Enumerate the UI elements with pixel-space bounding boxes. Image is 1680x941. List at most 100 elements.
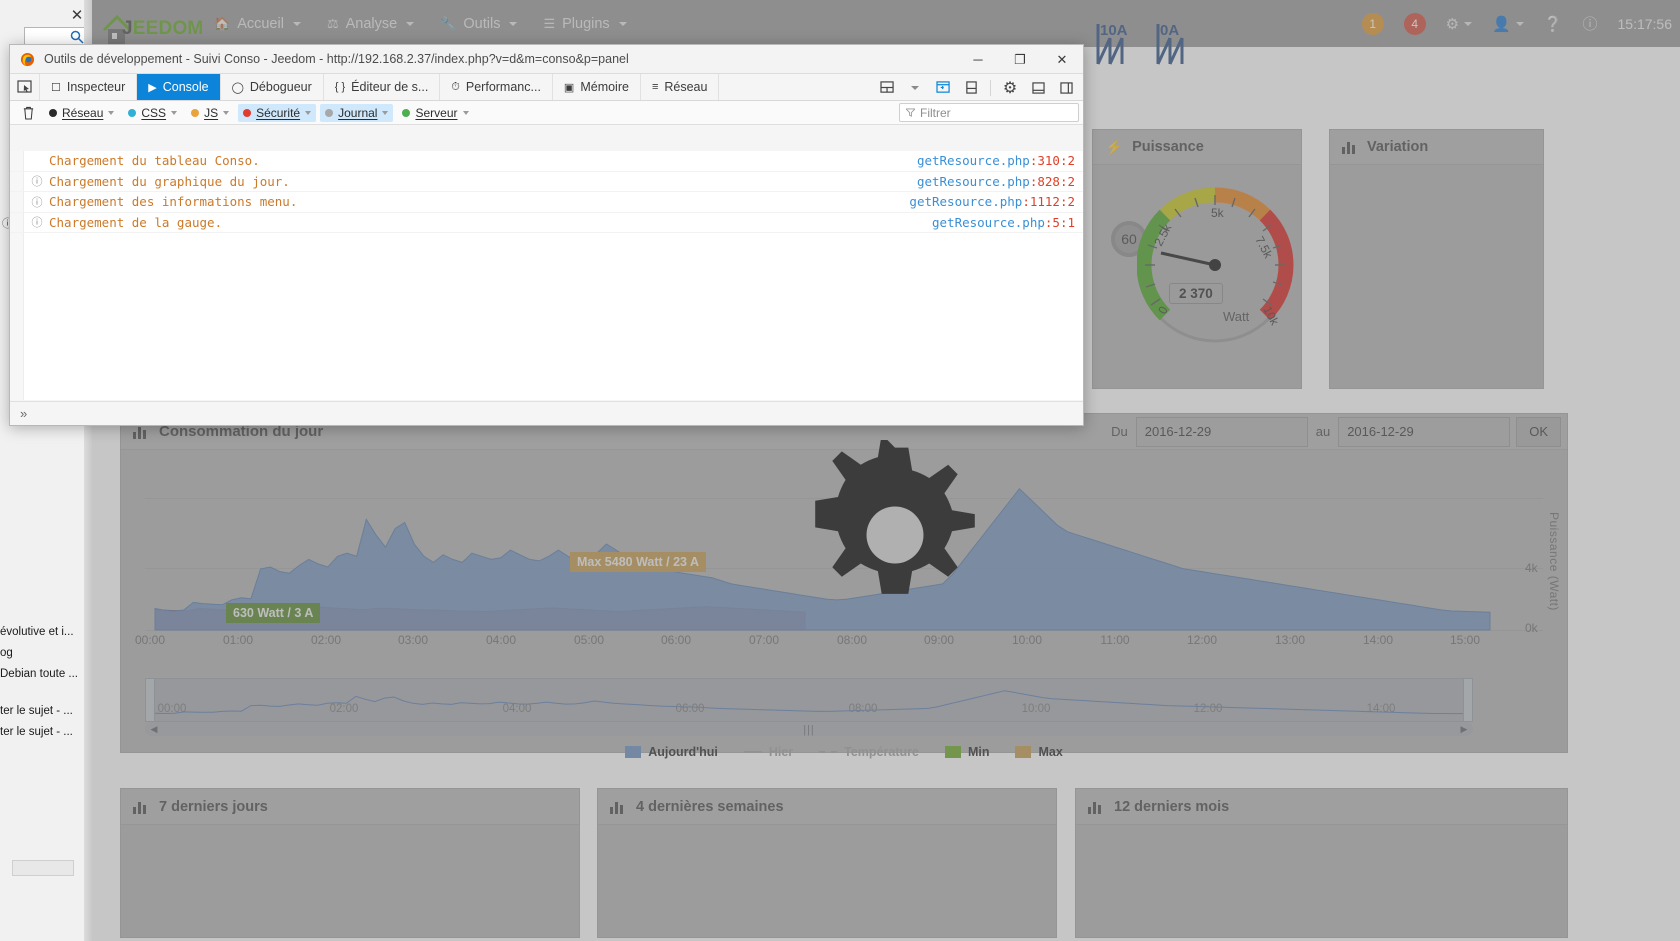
scrollbar-grip[interactable]: ||| <box>803 724 815 736</box>
chart-scrollbar[interactable]: ◀ ||| ▶ <box>145 722 1473 736</box>
tab-label: Éditeur de s... <box>351 80 429 94</box>
jeedom-nav-items: 🏠 Accueil ⚖ Analyse 🔧 Outils ☰ Plugins <box>214 16 627 32</box>
chevron-down-icon[interactable] <box>305 110 312 115</box>
nav-item-accueil[interactable]: 🏠 Accueil <box>214 16 301 32</box>
filter-input[interactable]: Filtrer <box>899 103 1079 122</box>
list-item[interactable]: ter le sujet - ... <box>0 701 80 722</box>
user-icon[interactable]: 👤 <box>1492 15 1524 33</box>
source-line: :1112:2 <box>1022 194 1075 210</box>
info-icon[interactable]: ⓘ <box>1582 13 1597 34</box>
source-link[interactable]: getResource.php:1112:2 <box>909 194 1075 209</box>
gear-icon[interactable]: ⚙ <box>1446 15 1473 33</box>
date-from-input[interactable]: 2016-12-29 <box>1135 416 1308 447</box>
card-7-derniers-jours: 7 derniers jours <box>120 788 580 938</box>
x-tick: 12:00 <box>1193 703 1223 715</box>
source-link[interactable]: getResource.php:310:2 <box>917 153 1075 168</box>
console-message[interactable]: ⓘ Chargement des informations menu. getR… <box>10 192 1083 213</box>
list-item[interactable]: évolutive et i... <box>0 622 80 643</box>
date-to-input[interactable]: 2016-12-29 <box>1338 416 1511 447</box>
x-tick: 11:00 <box>1100 633 1130 647</box>
filter-chip-serveur[interactable]: Serveur <box>397 104 473 122</box>
devtools-titlebar[interactable]: Outils de développement - Suivi Conso - … <box>10 45 1083 74</box>
tab-label: Débogueur <box>249 80 312 94</box>
scroll-left-icon[interactable]: ◀ <box>148 723 160 735</box>
nav-item-outils[interactable]: 🔧 Outils <box>440 16 518 32</box>
x-tick: 10:00 <box>1011 633 1043 647</box>
ok-button[interactable]: OK <box>1516 416 1561 447</box>
filter-chip-reseau[interactable]: Réseau <box>44 104 119 122</box>
tab-debogueur[interactable]: ◯ Débogueur <box>221 74 324 100</box>
console-message[interactable]: ⓘ Chargement de la gauge. getResource.ph… <box>10 213 1083 233</box>
chevron-down-icon[interactable] <box>462 110 469 115</box>
tab-performance[interactable]: ⏱ Performanc... <box>440 74 553 100</box>
console-message[interactable]: Chargement du tableau Conso. getResource… <box>10 151 1083 172</box>
trash-icon[interactable] <box>16 106 40 120</box>
legend-item-max[interactable]: Max <box>1015 745 1063 759</box>
info-icon: ⓘ <box>31 196 43 209</box>
chevron-down-icon[interactable] <box>223 110 230 115</box>
console-output[interactable]: Chargement du tableau Conso. getResource… <box>10 151 1083 400</box>
source-link[interactable]: getResource.php:5:1 <box>932 215 1075 230</box>
legend-item-aujourdhui[interactable]: Aujourd'hui <box>625 745 718 759</box>
element-picker-icon[interactable] <box>10 74 40 100</box>
debugger-icon: ◯ <box>231 81 244 94</box>
settings-gear-icon[interactable]: ⚙ <box>997 75 1023 101</box>
legend-item-temperature[interactable]: Température <box>819 745 919 759</box>
chevron-down-icon[interactable] <box>382 110 389 115</box>
dock-side-icon[interactable] <box>1053 75 1079 101</box>
filter-chip-journal[interactable]: Journal <box>320 103 394 122</box>
legend-item-hier[interactable]: Hier <box>743 745 793 759</box>
card-title: 7 derniers jours <box>159 798 268 815</box>
logo-word-2: EEDOM <box>132 17 204 39</box>
chevron-down-icon[interactable] <box>108 110 115 115</box>
nav-item-plugins[interactable]: ☰ Plugins <box>543 16 627 32</box>
legend-item-min[interactable]: Min <box>944 745 989 759</box>
panel-consommation-du-jour: Consommation du jour Du 2016-12-29 au 20… <box>120 413 1568 759</box>
status-badge-error[interactable]: 4 <box>1403 12 1426 35</box>
tab-console[interactable]: ▶ Console <box>137 74 221 100</box>
list-gap <box>0 685 80 701</box>
minimize-button[interactable]: ─ <box>957 45 999 74</box>
console-message[interactable]: ⓘ Chargement du graphique du jour. getRe… <box>10 172 1083 192</box>
scroll-right-icon[interactable]: ▶ <box>1458 723 1470 735</box>
chart-icon <box>1088 800 1104 814</box>
search-icon[interactable] <box>70 30 84 44</box>
close-button[interactable]: ✕ <box>1041 45 1083 74</box>
responsive-design-icon[interactable] <box>930 75 956 101</box>
tab-inspecteur[interactable]: ☐ Inspecteur <box>40 74 138 100</box>
nav-item-analyse[interactable]: ⚖ Analyse <box>327 16 415 32</box>
chart-series <box>154 487 1491 631</box>
source-link[interactable]: getResource.php:828:2 <box>917 174 1075 189</box>
tab-editeur-de-style[interactable]: { } Éditeur de s... <box>324 74 441 100</box>
filter-chip-securite[interactable]: Sécurité <box>238 103 317 122</box>
status-badge-warning[interactable]: 1 <box>1361 12 1384 35</box>
x-tick: 00:00 <box>157 703 187 715</box>
network-icon: ≡ <box>651 81 659 93</box>
list-item[interactable]: Debian toute ... <box>0 664 80 685</box>
navigator-handle-right[interactable] <box>1463 678 1473 722</box>
chevron-down-icon[interactable] <box>902 75 928 101</box>
chevron-down-icon[interactable] <box>171 110 178 115</box>
list-item[interactable]: og <box>0 643 80 664</box>
jeedom-logo[interactable]: JEEDOM <box>100 6 203 46</box>
source-line: :5:1 <box>1044 214 1075 230</box>
jeedom-nav-right: 1 4 ⚙ 👤 ❔ ⓘ 15:17:56 <box>1361 0 1672 47</box>
chart-navigator[interactable]: 00:00 02:00 04:00 06:00 08:00 10:00 12:0… <box>145 678 1473 722</box>
tab-label: Inspecteur <box>66 80 126 94</box>
list-item[interactable]: ter le sujet - ... <box>0 722 80 743</box>
chart-x-axis: 00:00 01:00 02:00 03:00 04:00 05:00 06:0… <box>121 633 1567 649</box>
chevron-down-icon <box>1464 21 1473 26</box>
question-icon[interactable]: ❔ <box>1544 15 1563 33</box>
filter-label: JS <box>204 105 219 120</box>
filter-chip-js[interactable]: JS <box>186 104 234 122</box>
navigator-handle-left[interactable] <box>145 678 155 722</box>
filter-chip-css[interactable]: CSS <box>123 104 182 122</box>
source-file: getResource.php <box>916 153 1030 169</box>
maximize-button[interactable]: ❐ <box>999 45 1041 74</box>
split-console-icon[interactable] <box>874 75 900 101</box>
dock-window-icon[interactable] <box>1025 75 1051 101</box>
tab-reseau[interactable]: ≡ Réseau <box>641 74 720 100</box>
console-prompt[interactable]: » <box>10 401 1083 425</box>
dock-bottom-icon[interactable] <box>958 75 984 101</box>
tab-memoire[interactable]: ▣ Mémoire <box>553 74 641 100</box>
